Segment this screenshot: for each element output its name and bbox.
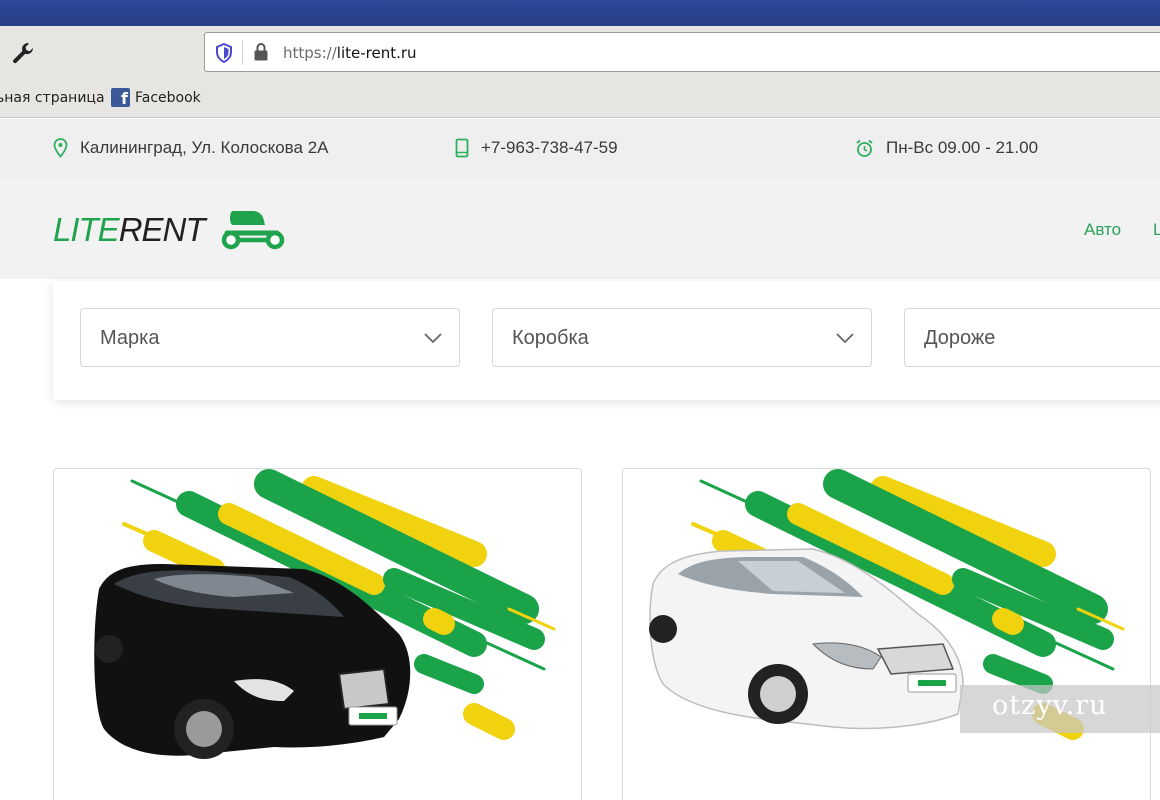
lock-icon[interactable] [253,42,269,62]
site-logo[interactable]: LITERENT [53,207,287,253]
alarm-clock-icon [856,139,873,157]
browser-toolbar: https://lite-rent.ru [0,26,1160,80]
car-card[interactable] [53,468,582,800]
phone-info[interactable]: +7-963-738-47-59 [455,138,618,158]
hours-info: Пн-Вс 09.00 - 21.00 [855,138,1038,158]
wrench-icon[interactable] [10,40,36,66]
bookmark-home[interactable]: ьная страница [0,90,105,106]
logo-lite: LITE [53,211,120,248]
filter-panel: Марка Коробка Дороже [53,281,1160,400]
url-text: https://lite-rent.ru [283,44,417,62]
phone-text: +7-963-738-47-59 [481,138,618,157]
sort-select-value: Дороже [924,327,996,349]
phone-icon [455,138,469,158]
watermark-text: otzyv.ru [992,690,1108,721]
logo-wordmark: LITERENT [53,211,206,249]
url-protocol: https:// [283,44,337,62]
chevron-down-icon [836,333,854,344]
watermark: otzyv.ru [960,685,1160,733]
gearbox-select[interactable]: Коробка [492,308,872,367]
bookmarks-toolbar: ьная страница f Facebook [0,80,1160,118]
hours-text: Пн-Вс 09.00 - 21.00 [886,138,1039,157]
site-header: LITERENT Авто L [0,177,1160,279]
contact-info-bar: Калининград, Ул. Колоскова 2А +7-963-738… [0,119,1160,177]
window-title-bar [0,0,1160,26]
bookmark-facebook-label: Facebook [135,89,201,106]
address-text: Калининград, Ул. Колоскова 2А [80,138,329,157]
tracking-shield-icon[interactable] [215,43,233,63]
chevron-down-icon [424,333,442,344]
brand-select[interactable]: Марка [80,308,460,367]
bookmark-facebook[interactable]: f Facebook [111,88,201,107]
sort-select[interactable]: Дороже [904,308,1160,367]
url-host: lite-rent.ru [336,44,417,62]
car-image-black-sedan [94,469,556,759]
nav-link-auto[interactable]: Авто [1084,220,1121,240]
address-bar[interactable]: https://lite-rent.ru [204,32,1160,72]
address-info: Калининград, Ул. Колоскова 2А [53,138,329,158]
nav-link-next[interactable]: L [1153,220,1160,240]
car-logo-icon [221,211,284,250]
car-card[interactable] [622,468,1151,800]
url-separator [242,41,243,65]
brand-select-value: Марка [100,327,160,349]
map-pin-icon [53,138,68,158]
logo-rent: RENT [118,211,206,248]
facebook-icon: f [111,88,130,107]
gearbox-select-value: Коробка [512,327,589,349]
car-image-white-sedan [649,469,1125,740]
